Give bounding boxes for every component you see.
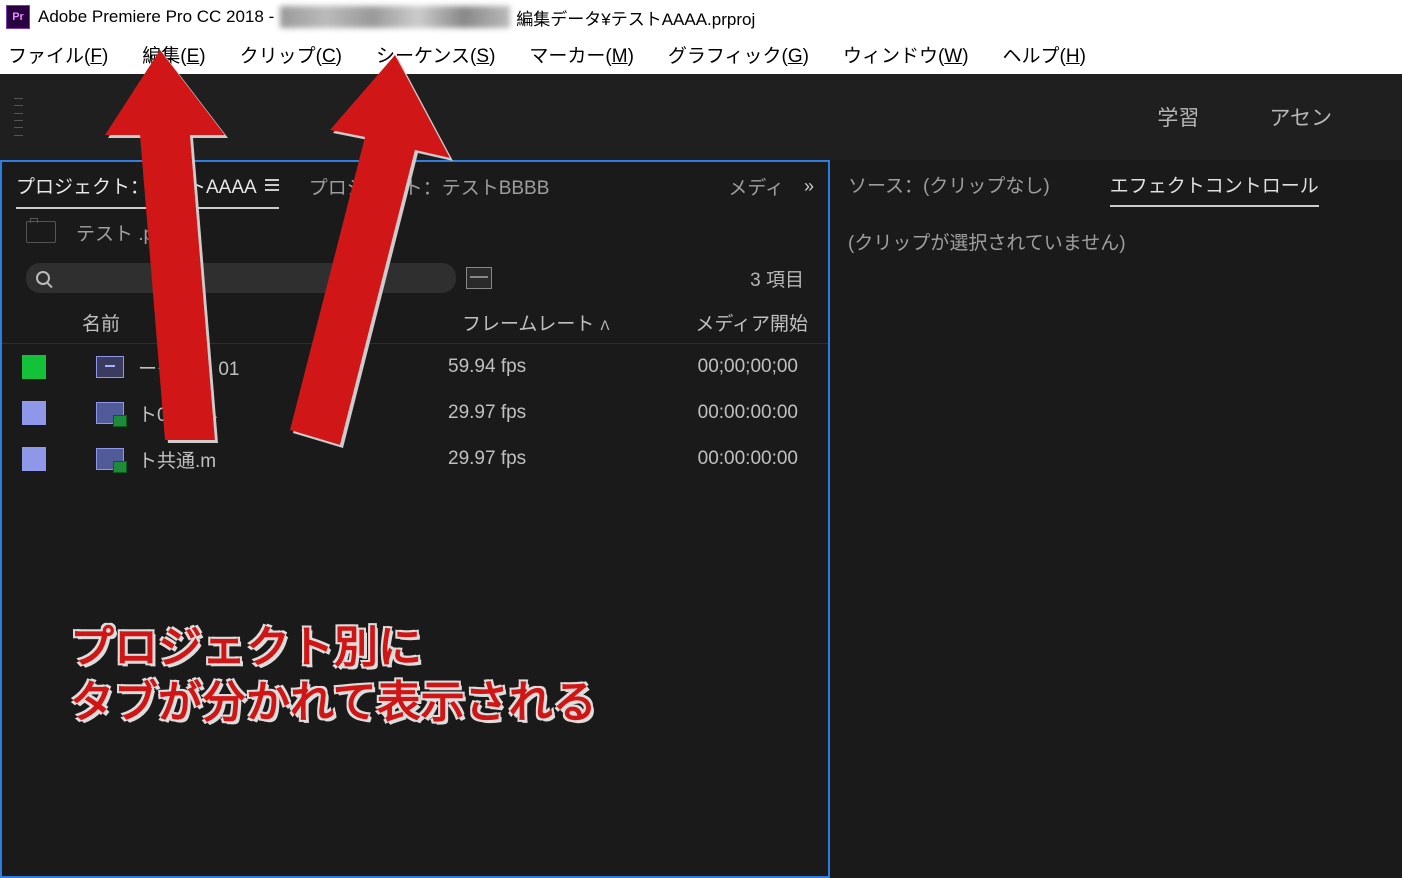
workspace-assembly[interactable]: アセン	[1269, 102, 1332, 132]
tab-project-aaaa[interactable]: プロジェクト：テストAAAA	[16, 163, 279, 209]
sort-ascending-icon: ᐱ	[600, 318, 609, 333]
menu-graphics[interactable]: グラフィック(G)	[668, 41, 809, 68]
sequence-icon	[96, 356, 124, 378]
project-table: 名前 フレームレートᐱ メディア開始 ーケンス 01 59.94 fps 00;…	[2, 302, 828, 876]
clip-start: 00:00:00:00	[638, 402, 828, 424]
tab-project-bbbb[interactable]: プロジェクト：テストBBBB	[309, 163, 550, 209]
table-header: 名前 フレームレートᐱ メディア開始	[2, 302, 828, 344]
menu-file[interactable]: ファイル(F)	[8, 41, 108, 68]
tab-effect-controls[interactable]: エフェクトコントロール	[1110, 161, 1319, 207]
project-file-name: テスト .prproj	[76, 219, 192, 246]
video-clip-icon	[96, 402, 124, 424]
column-media-start[interactable]: メディア開始	[652, 309, 828, 336]
clip-start: 00;00;00;00	[638, 356, 828, 378]
source-panel-tabs: ソース：(クリップなし) エフェクトコントロール	[830, 160, 1402, 208]
workspace-learn[interactable]: 学習	[1157, 102, 1199, 132]
menu-marker[interactable]: マーカー(M)	[529, 41, 633, 68]
search-icon	[36, 271, 50, 285]
label-swatch[interactable]	[22, 447, 46, 471]
label-swatch[interactable]	[22, 355, 46, 379]
title-bar: Pr Adobe Premiere Pro CC 2018 - 編集データ¥テス…	[0, 0, 1402, 34]
workspace-bar: 学習 アセン	[0, 74, 1402, 160]
menu-clip[interactable]: クリップ(C)	[240, 41, 342, 68]
column-framerate[interactable]: フレームレートᐱ	[462, 309, 652, 336]
project-file-row: テスト .prproj	[2, 210, 828, 254]
tab-source-monitor[interactable]: ソース：(クリップなし)	[848, 171, 1050, 198]
source-panel: ソース：(クリップなし) エフェクトコントロール (クリップが選択されていません…	[830, 160, 1402, 878]
title-redacted	[280, 6, 510, 28]
project-panel: プロジェクト：テストAAAA プロジェクト：テストBBBB メディ » テスト …	[0, 160, 830, 878]
clip-fps: 29.97 fps	[448, 402, 638, 424]
menu-window[interactable]: ウィンドウ(W)	[843, 41, 969, 68]
tab-media-browser[interactable]: メディ	[728, 173, 784, 200]
label-swatch[interactable]	[22, 401, 46, 425]
column-name[interactable]: 名前	[22, 309, 462, 336]
premiere-logo-icon: Pr	[6, 5, 30, 29]
panel-menu-icon[interactable]	[265, 179, 279, 191]
table-row[interactable]: ト0. MP4 29.97 fps 00:00:00:00	[2, 390, 828, 436]
video-clip-icon	[96, 448, 124, 470]
menu-help[interactable]: ヘルプ(H)	[1003, 41, 1086, 68]
clip-name: ト共通.m	[138, 446, 448, 473]
bin-icon[interactable]	[26, 221, 56, 243]
items-count: 3 項目	[750, 265, 804, 292]
window-title-prefix: Adobe Premiere Pro CC 2018 -	[38, 7, 274, 27]
search-input[interactable]	[26, 263, 456, 293]
tab-label: プロジェクト：テストBBBB	[309, 173, 550, 200]
overflow-chevron-icon[interactable]: »	[804, 176, 814, 197]
table-row[interactable]: ーケンス 01 59.94 fps 00;00;00;00	[2, 344, 828, 390]
clip-fps: 59.94 fps	[448, 356, 638, 378]
clip-fps: 29.97 fps	[448, 448, 638, 470]
clip-start: 00:00:00:00	[638, 448, 828, 470]
table-row[interactable]: ト共通.m 29.97 fps 00:00:00:00	[2, 436, 828, 482]
search-row: 3 項目	[2, 254, 828, 302]
filter-bins-icon[interactable]	[466, 267, 492, 289]
no-clip-selected-text: (クリップが選択されていません)	[830, 208, 1402, 275]
menu-edit[interactable]: 編集(E)	[142, 41, 205, 68]
clip-name: ト0. MP4	[138, 400, 448, 427]
project-panel-tabs: プロジェクト：テストAAAA プロジェクト：テストBBBB メディ »	[2, 162, 828, 210]
window-title-suffix: 編集データ¥テストAAAA.prproj	[516, 5, 755, 30]
menu-sequence[interactable]: シーケンス(S)	[376, 41, 495, 68]
panel-drag-handle-icon[interactable]	[14, 95, 23, 139]
tab-label: プロジェクト：テストAAAA	[16, 172, 257, 199]
clip-name: ーケンス 01	[138, 354, 448, 381]
menu-bar: ファイル(F) 編集(E) クリップ(C) シーケンス(S) マーカー(M) グ…	[0, 34, 1402, 74]
